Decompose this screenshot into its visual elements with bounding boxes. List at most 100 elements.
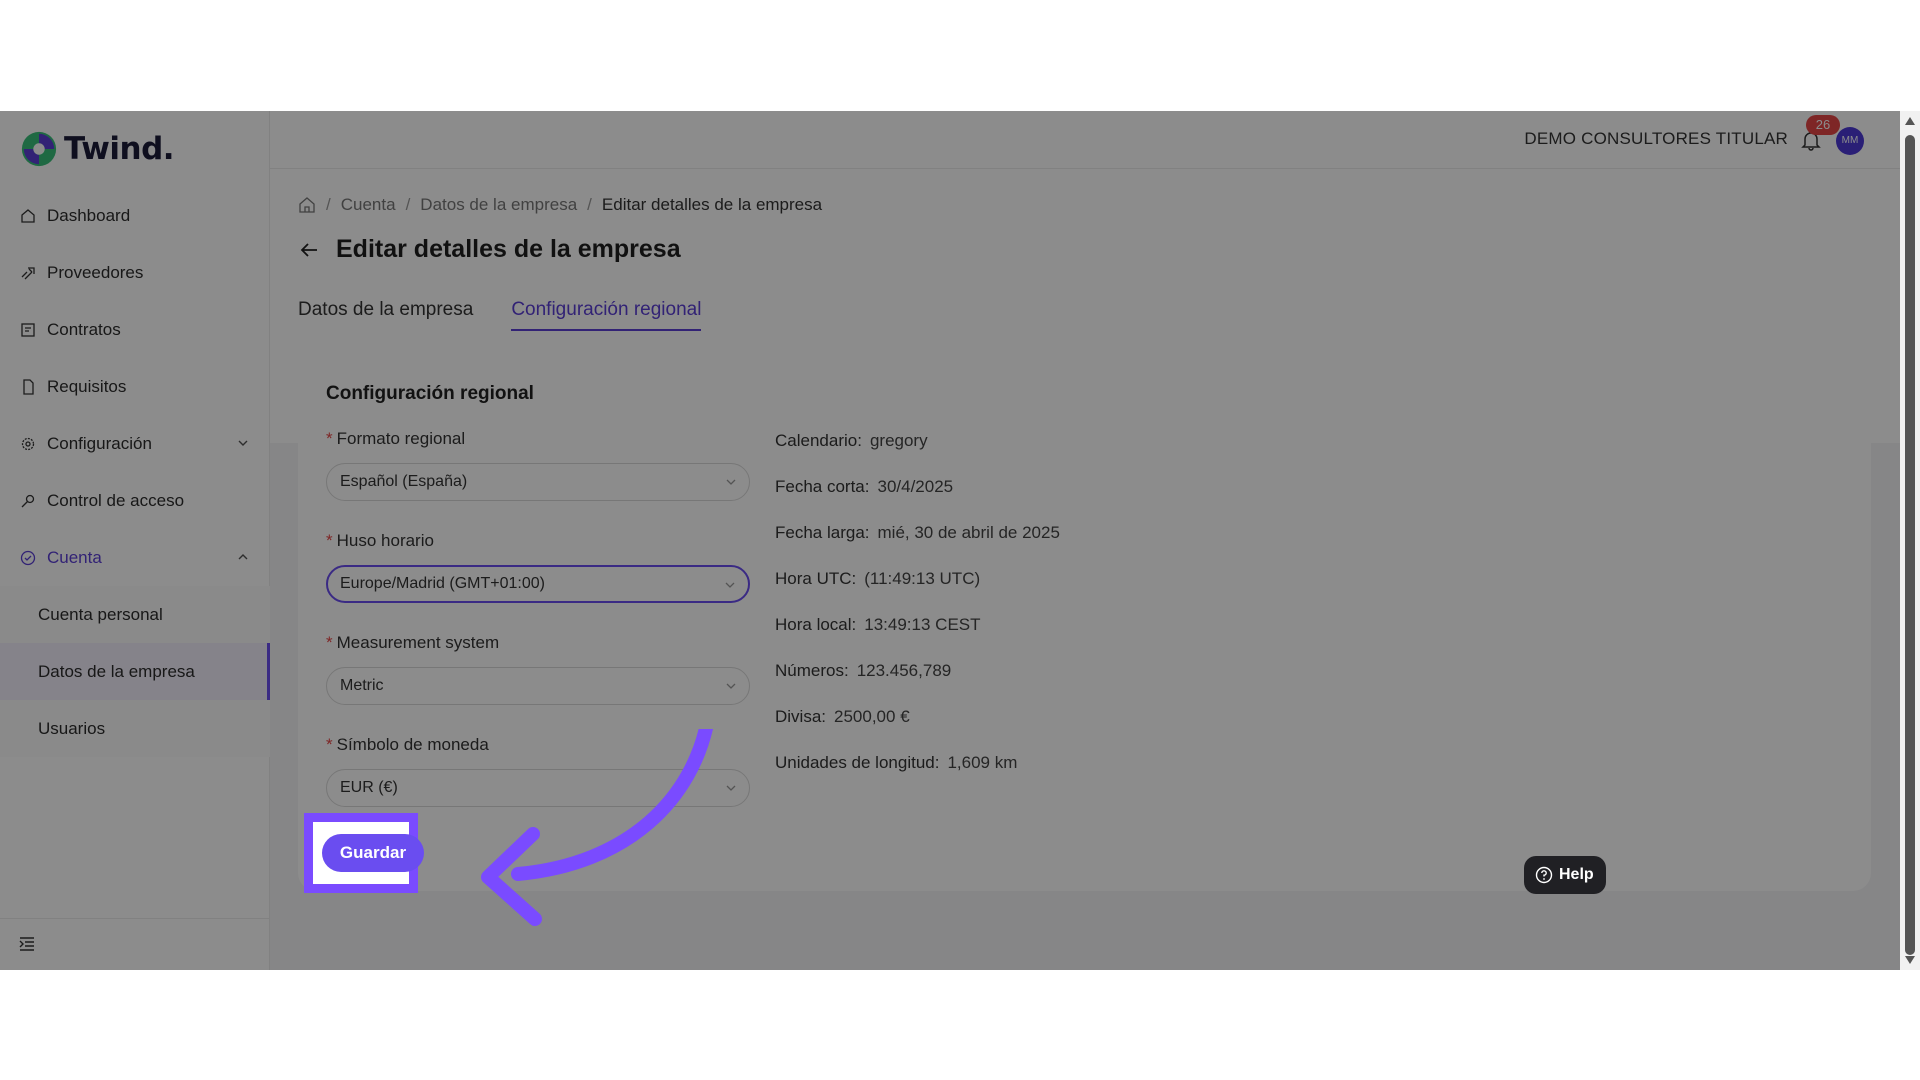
field-label-text: Formato regional [336,429,466,448]
handshake-icon [20,265,36,281]
select-value: Metric [340,677,384,694]
sidebar-item-label: Configuración [47,433,152,453]
app-window: Twind. Dashboard Proveedores Contratos R… [0,111,1920,970]
sidebar-subitem-label: Cuenta personal [38,604,163,624]
info-key: Hora local: [775,615,857,634]
sidebar-item-label: Dashboard [47,205,131,225]
home-icon [20,208,36,224]
twind-logo-icon [21,131,57,167]
notification-badge: 26 [1806,115,1840,135]
info-key: Unidades de longitud: [775,753,940,772]
info-value: mié, 30 de abril de 2025 [877,523,1060,542]
sidebar-item-label: Cuenta [47,547,102,567]
timezone-field: * Huso horario Europe/Madrid (GMT+01:00) [326,531,750,603]
sidebar-nav: Dashboard Proveedores Contratos Requisit… [0,187,270,757]
info-value: 1,609 km [947,753,1018,772]
sidebar-item-contratos[interactable]: Contratos [0,301,270,358]
required-marker: * [326,531,333,550]
info-value: 2500,00 € [834,707,910,726]
select-value: Español (España) [340,473,468,490]
sidebar-subitem-label: Datos de la empresa [38,661,195,681]
topbar: DEMO CONSULTORES TITULAR 26 MM [270,111,1900,169]
required-marker: * [326,429,333,448]
page-title-row: Editar detalles de la empresa [298,235,681,264]
back-arrow-icon[interactable] [298,239,320,261]
avatar[interactable]: MM [1836,127,1864,155]
info-value: 123.456,789 [856,661,952,680]
home-icon[interactable] [298,196,316,214]
card-title: Configuración regional [326,383,534,404]
scroll-thumb[interactable] [1905,135,1915,955]
help-label: Help [1559,866,1594,883]
breadcrumb-separator: / [405,195,411,214]
breadcrumb-datos-empresa[interactable]: Datos de la empresa [420,195,577,215]
regional-format-field: * Formato regional Español (España) [326,429,750,501]
account-icon [20,550,36,566]
breadcrumb-separator: / [587,195,592,214]
sidebar-footer [0,918,270,970]
contract-icon [20,322,36,338]
gear-icon [20,436,36,452]
info-value: gregory [869,431,928,450]
info-key: Divisa: [775,707,827,726]
sidebar-item-label: Proveedores [47,262,144,282]
info-local-time: Hora local: 13:49:13 CEST [775,615,981,635]
info-key: Calendario: [775,431,862,450]
sidebar-item-label: Contratos [47,319,121,339]
info-short-date: Fecha corta: 30/4/2025 [775,477,953,497]
tabs: Datos de la empresa Configuración region… [298,299,739,331]
chevron-down-icon[interactable] [236,436,250,450]
select-value: Europe/Madrid (GMT+01:00) [340,575,545,592]
sidebar-subitem-datos-empresa[interactable]: Datos de la empresa [0,643,270,700]
chevron-down-icon [725,582,735,588]
field-label: * Huso horario [326,531,750,555]
scroll-down-arrow-icon[interactable] [1905,956,1915,964]
chevron-down-icon [726,479,736,485]
company-name[interactable]: DEMO CONSULTORES TITULAR [1524,129,1788,149]
sidebar-item-cuenta[interactable]: Cuenta [0,529,270,586]
info-key: Hora UTC: [775,569,857,588]
vertical-scrollbar[interactable] [1900,111,1920,970]
sidebar-subitem-label: Usuarios [38,718,106,738]
sidebar-item-dashboard[interactable]: Dashboard [0,187,270,244]
field-label: * Formato regional [326,429,750,453]
required-marker: * [326,735,333,754]
breadcrumb-cuenta[interactable]: Cuenta [341,195,396,215]
scroll-up-arrow-icon[interactable] [1905,117,1915,125]
key-icon [20,493,36,509]
sidebar-subitem-cuenta-personal[interactable]: Cuenta personal [0,586,270,643]
info-key: Fecha larga: [775,523,870,542]
chevron-down-icon [726,683,736,689]
logo[interactable]: Twind. [20,129,175,169]
regional-format-select[interactable]: Español (España) [326,463,750,501]
sidebar-item-configuracion[interactable]: Configuración [0,415,270,472]
info-numbers: Números: 123.456,789 [775,661,951,681]
help-button[interactable]: Help [1524,856,1606,894]
info-value: (11:49:13 UTC) [864,569,981,588]
timezone-select[interactable]: Europe/Madrid (GMT+01:00) [326,565,750,603]
info-calendar: Calendario: gregory [775,431,928,451]
sidebar-item-proveedores[interactable]: Proveedores [0,244,270,301]
sidebar-subitem-usuarios[interactable]: Usuarios [0,700,270,757]
save-button[interactable]: Guardar [322,834,424,872]
logo-text: Twind. [64,131,175,167]
tab-configuracion-regional[interactable]: Configuración regional [511,299,702,331]
info-long-date: Fecha larga: mié, 30 de abril de 2025 [775,523,1060,543]
info-utc-time: Hora UTC: (11:49:13 UTC) [775,569,980,589]
page-title: Editar detalles de la empresa [336,235,681,263]
chevron-up-icon[interactable] [236,550,250,564]
sidebar-item-control-acceso[interactable]: Control de acceso [0,472,270,529]
collapse-sidebar-icon[interactable] [18,935,36,953]
measurement-system-select[interactable]: Metric [326,667,750,705]
tutorial-arrow [481,729,713,926]
info-key: Números: [775,661,849,680]
field-label: * Measurement system [326,633,750,657]
sidebar-item-requisitos[interactable]: Requisitos [0,358,270,415]
sidebar: Twind. Dashboard Proveedores Contratos R… [0,111,270,970]
document-icon [20,378,36,395]
tab-datos-empresa[interactable]: Datos de la empresa [298,299,473,331]
sidebar-item-label: Control de acceso [47,490,185,510]
sidebar-item-label: Requisitos [47,376,127,396]
breadcrumb: / Cuenta / Datos de la empresa / Editar … [298,195,822,215]
breadcrumb-current: Editar detalles de la empresa [601,195,823,214]
